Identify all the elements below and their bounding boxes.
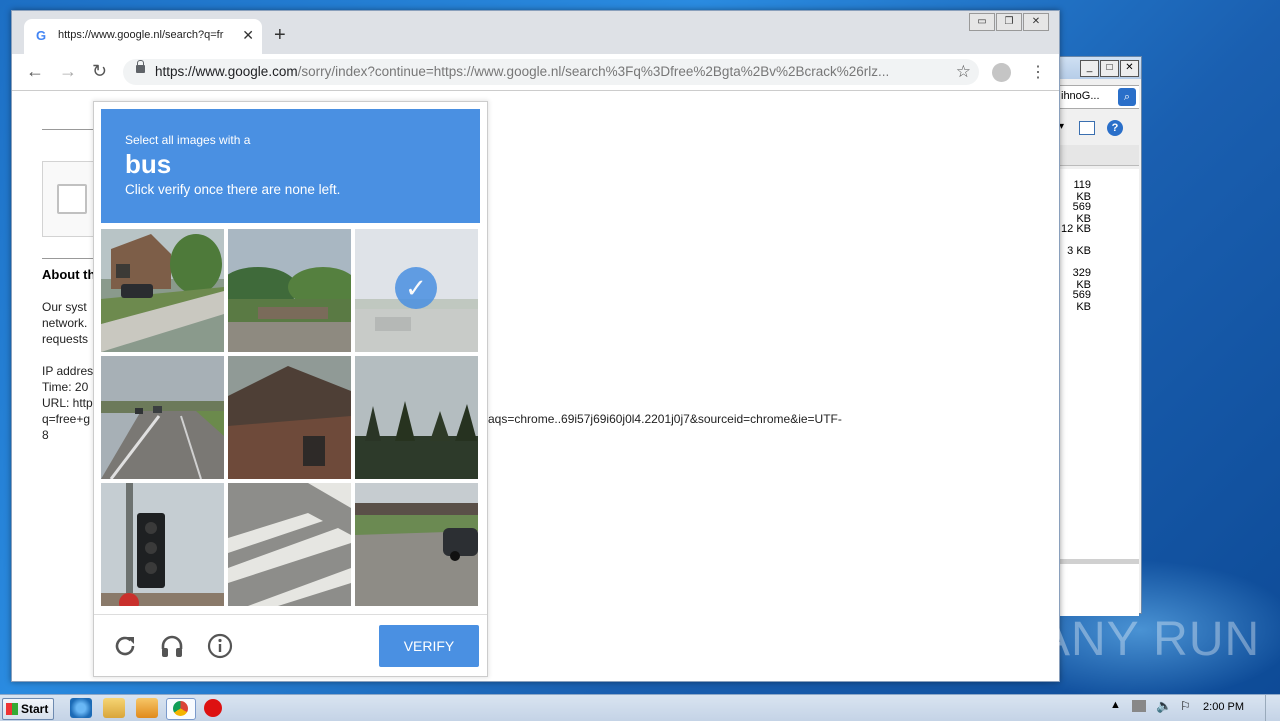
tab-title: https://www.google.nl/search?q=fr (58, 29, 224, 41)
info-icon[interactable] (207, 633, 233, 659)
show-hidden-icons-icon[interactable]: ▲ (1110, 699, 1121, 711)
preview-pane-icon[interactable] (1079, 121, 1095, 135)
lock-icon (136, 60, 145, 73)
explorer-column-header[interactable] (1059, 145, 1139, 166)
close-window-button[interactable]: ✕ (1023, 13, 1049, 31)
internet-explorer-icon[interactable] (70, 698, 92, 718)
google-favicon-icon: G (36, 28, 47, 43)
url-text[interactable]: https://www.google.com/sorry/index?conti… (155, 64, 935, 79)
tab-strip: G https://www.google.nl/search?q=fr ✕ + … (12, 11, 1059, 54)
captcha-prompt: Select all images with a (125, 133, 251, 147)
explorer-titlebar: _ □ ✕ (1059, 57, 1141, 79)
captcha-tile-9[interactable] (355, 483, 478, 606)
network-icon[interactable] (1132, 700, 1146, 712)
ip-label: IP addres (42, 364, 94, 378)
captcha-tile-4[interactable] (101, 356, 224, 479)
captcha-target: bus (125, 149, 172, 179)
media-player-icon[interactable] (136, 698, 158, 718)
show-desktop-button[interactable] (1265, 695, 1280, 721)
file-size: 569 KB (1072, 201, 1091, 225)
captcha-tile-2[interactable] (228, 229, 351, 352)
browser-tab[interactable]: G https://www.google.nl/search?q=fr ✕ (24, 19, 262, 54)
menu-dots-icon[interactable]: ⋮ (1030, 62, 1046, 82)
search-icon[interactable]: ⌕ (1118, 88, 1136, 106)
chrome-taskbar-icon[interactable] (166, 698, 196, 720)
restore-button[interactable]: ❐ (996, 13, 1022, 31)
minimize-button[interactable]: ▭ (969, 13, 995, 31)
system-tray: ▲ 🔈 ⚐ 2:00 PM (1100, 695, 1280, 721)
explorer-window: _ □ ✕ ihnoG... ⌕ ▾ ? 119 KB 569 KB 12 KB… (1058, 56, 1142, 616)
audio-challenge-icon[interactable] (159, 633, 185, 659)
explorer-search-text: ihnoG... (1061, 90, 1100, 102)
file-size: 3 KB (1067, 245, 1091, 257)
profile-avatar[interactable] (992, 63, 1011, 82)
captcha-tile-3-selected[interactable]: ✓ (355, 229, 478, 352)
captcha-tile-5[interactable] (228, 356, 351, 479)
about-heading: About th (42, 267, 96, 282)
explorer-search-box[interactable]: ihnoG... ⌕ (1059, 85, 1139, 109)
recaptcha-checkbox[interactable] (57, 184, 87, 214)
captcha-image-grid: ✓ (101, 229, 481, 609)
windows-logo-icon (6, 703, 18, 715)
captcha-tile-6[interactable] (355, 356, 478, 479)
explorer-minimize-button[interactable]: _ (1080, 60, 1099, 77)
explorer-file-list: 119 KB 569 KB 12 KB 3 KB 329 KB 569 KB (1059, 169, 1139, 559)
verify-button[interactable]: VERIFY (379, 625, 479, 667)
explorer-maximize-button[interactable]: □ (1100, 60, 1119, 77)
body-text: network. (42, 316, 88, 330)
browser-toolbar: ← → ↻ https://www.google.com/sorry/index… (12, 54, 1059, 91)
url-continued: q=free+g (42, 412, 91, 426)
explorer-details-pane (1059, 559, 1139, 616)
start-button[interactable]: Start (2, 698, 54, 720)
captcha-footer: VERIFY (94, 614, 487, 677)
captcha-tile-8[interactable] (228, 483, 351, 606)
checkmark-icon: ✓ (395, 267, 437, 309)
file-size: 329 KB (1072, 267, 1091, 291)
chrome-logo-icon (173, 701, 188, 716)
file-explorer-icon[interactable] (103, 698, 125, 718)
captcha-tile-7[interactable] (101, 483, 224, 606)
file-size: 119 KB (1073, 179, 1091, 203)
url-tail: aqs=chrome..69i57j69i60j0l4.2201j0j7&sou… (488, 412, 842, 426)
reload-challenge-icon[interactable] (112, 633, 138, 659)
captcha-instruction: Click verify once there are none left. (125, 182, 341, 197)
opera-icon[interactable] (204, 699, 222, 717)
help-icon[interactable]: ? (1107, 120, 1123, 136)
captcha-tile-1[interactable] (101, 229, 224, 352)
volume-icon[interactable]: 🔈 (1156, 698, 1172, 714)
url-last: 8 (42, 428, 49, 442)
close-tab-icon[interactable]: ✕ (242, 27, 254, 44)
file-size: 569 KB (1072, 289, 1091, 313)
url-label: URL: http (42, 396, 93, 410)
bookmark-star-icon[interactable]: ☆ (956, 62, 971, 82)
address-bar[interactable]: https://www.google.com/sorry/index?conti… (123, 59, 979, 85)
reload-icon[interactable]: ↻ (92, 62, 107, 80)
back-arrow-icon[interactable]: ← (26, 62, 44, 80)
captcha-header: Select all images with a bus Click verif… (101, 109, 480, 223)
action-center-flag-icon[interactable]: ⚐ (1180, 699, 1191, 713)
body-text: Our syst (42, 300, 87, 314)
explorer-close-button[interactable]: ✕ (1120, 60, 1139, 77)
anyrun-watermark-logo: ANY RUN (1038, 613, 1261, 666)
captcha-challenge: Select all images with a bus Click verif… (93, 101, 488, 677)
new-tab-button[interactable]: + (274, 25, 286, 45)
explorer-toolbar: ▾ ? (1059, 119, 1139, 139)
body-text: requests (42, 332, 89, 346)
clock[interactable]: 2:00 PM (1203, 701, 1244, 713)
file-size: 12 KB (1061, 223, 1091, 235)
time-label: Time: 20 (42, 380, 89, 394)
forward-arrow-icon[interactable]: → (59, 62, 77, 80)
taskbar: Start ▲ 🔈 ⚐ 2:00 PM (0, 694, 1280, 721)
